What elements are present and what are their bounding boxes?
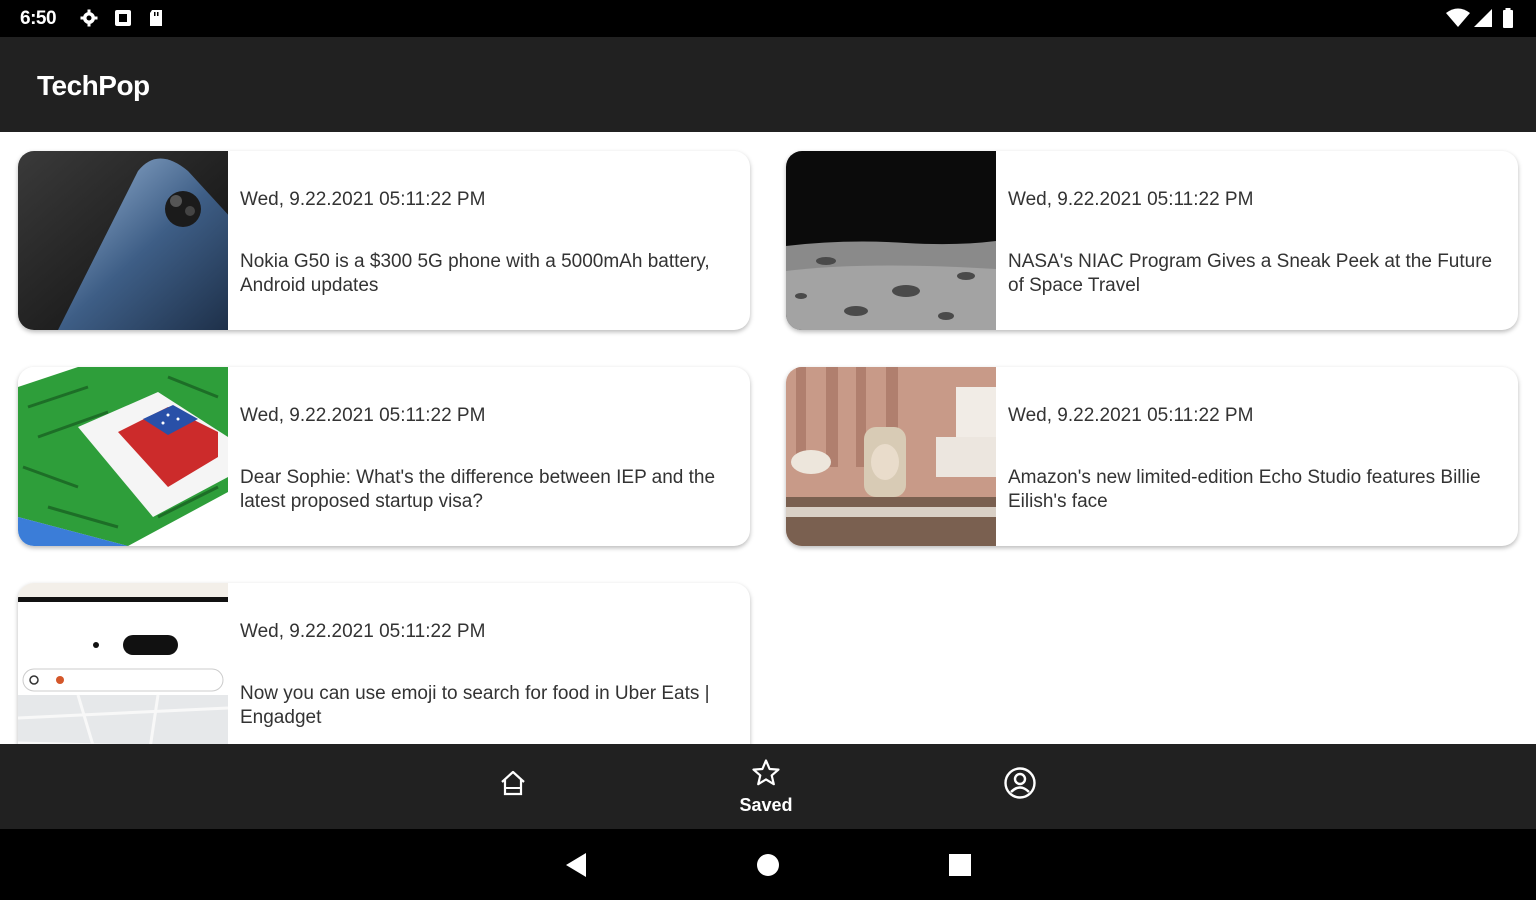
phone-image <box>18 151 228 330</box>
system-navigation <box>0 829 1536 900</box>
article-date: Wed, 9.22.2021 05:11:22 PM <box>240 189 486 210</box>
app-bar: TechPop <box>0 37 1536 132</box>
article-card[interactable]: Wed, 9.22.2021 05:11:22 PM Amazon's new … <box>786 367 1518 546</box>
settings-icon <box>80 9 98 27</box>
article-card[interactable]: Wed, 9.22.2021 05:11:22 PM Dear Sophie: … <box>18 367 750 546</box>
uber-eats-app-image <box>18 583 228 744</box>
article-title: Now you can use emoji to search for food… <box>240 683 710 728</box>
article-date: Wed, 9.22.2021 05:11:22 PM <box>1008 405 1254 426</box>
signal-icon <box>1473 8 1493 33</box>
wifi-icon <box>1446 8 1470 33</box>
article-title: Dear Sophie: What's the difference betwe… <box>240 467 716 512</box>
article-date: Wed, 9.22.2021 05:11:22 PM <box>240 621 486 642</box>
article-card[interactable]: Wed, 9.22.2021 05:11:22 PM NASA's NIAC P… <box>786 151 1518 330</box>
nav-saved[interactable]: Saved <box>706 744 826 829</box>
article-date: Wed, 9.22.2021 05:11:22 PM <box>240 405 486 426</box>
home-icon <box>498 768 528 803</box>
sd-card-icon <box>147 9 165 27</box>
app-title: TechPop <box>37 70 150 101</box>
article-title: Amazon's new limited-edition Echo Studio… <box>1008 467 1481 512</box>
article-list[interactable]: Wed, 9.22.2021 05:11:22 PM Nokia G50 is … <box>0 132 1536 744</box>
echo-studio-image <box>786 367 996 546</box>
nav-saved-label: Saved <box>739 794 793 815</box>
notification-icon <box>114 9 132 27</box>
article-title: Nokia G50 is a $300 5G phone with a 5000… <box>240 251 710 296</box>
article-card[interactable]: Wed, 9.22.2021 05:11:22 PM Now you can u… <box>18 583 750 744</box>
bottom-navigation: Saved <box>0 744 1536 829</box>
battery-icon <box>1502 8 1514 33</box>
maze-flag-image <box>18 367 228 546</box>
home-circle-icon[interactable] <box>754 851 782 879</box>
article-date: Wed, 9.22.2021 05:11:22 PM <box>1008 189 1254 210</box>
account-icon <box>1003 766 1037 805</box>
nav-profile[interactable] <box>960 744 1080 829</box>
nav-home[interactable] <box>453 744 573 829</box>
article-card[interactable]: Wed, 9.22.2021 05:11:22 PM Nokia G50 is … <box>18 151 750 330</box>
moon-surface-image <box>786 151 996 330</box>
back-icon[interactable] <box>562 851 590 879</box>
status-bar: 6:50 <box>0 0 1536 37</box>
star-icon <box>751 758 781 793</box>
recents-icon[interactable] <box>946 851 974 879</box>
article-title: NASA's NIAC Program Gives a Sneak Peek a… <box>1008 251 1493 296</box>
status-time: 6:50 <box>20 8 57 29</box>
